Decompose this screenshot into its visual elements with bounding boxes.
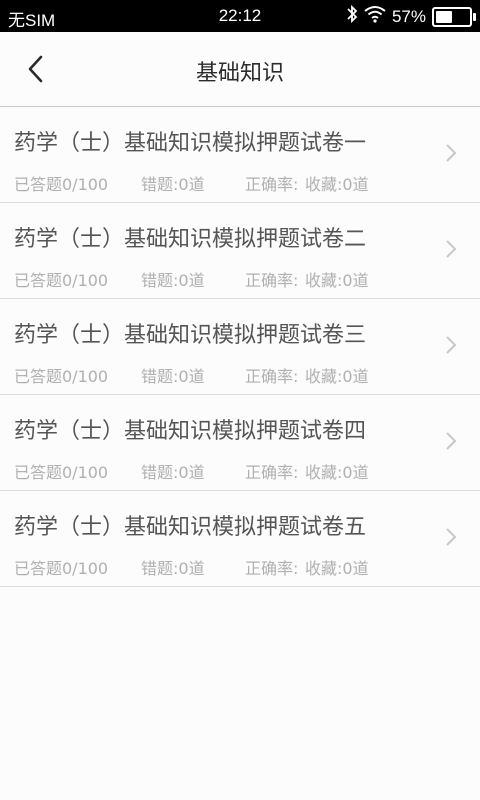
- exam-title: 药学（士）基础知识模拟押题试卷三: [14, 323, 367, 348]
- answered-count: 已答题0/100: [14, 271, 109, 290]
- wrong-count: 错题:0道: [141, 559, 205, 578]
- wrong-count: 错题:0道: [141, 463, 205, 482]
- exam-title: 药学（士）基础知识模拟押题试卷四: [14, 419, 367, 444]
- list-item[interactable]: 药学（士）基础知识模拟押题试卷一 已答题0/100 错题:0道 正确率: 收藏:…: [0, 107, 480, 203]
- wifi-icon: [364, 5, 386, 28]
- wrong-count: 错题:0道: [141, 271, 205, 290]
- exam-title: 药学（士）基础知识模拟押题试卷五: [14, 515, 367, 540]
- answered-count: 已答题0/100: [14, 559, 109, 578]
- list-item[interactable]: 药学（士）基础知识模拟押题试卷四 已答题0/100 错题:0道 正确率: 收藏:…: [0, 395, 480, 491]
- chevron-right-icon: [446, 240, 457, 258]
- wrong-count: 错题:0道: [141, 175, 205, 194]
- accuracy-label: 正确率:: [245, 559, 299, 578]
- favorites-count: 收藏:0道: [305, 175, 369, 194]
- accuracy-label: 正确率:: [245, 367, 299, 386]
- accuracy-label: 正确率:: [245, 271, 299, 290]
- exam-list: 药学（士）基础知识模拟押题试卷一 已答题0/100 错题:0道 正确率: 收藏:…: [0, 107, 480, 587]
- status-icons: 57%: [346, 4, 476, 29]
- navigation-bar: 基础知识: [0, 32, 480, 107]
- battery-fill: [436, 10, 452, 23]
- status-bar: 无SIM 22:12 57%: [0, 0, 480, 32]
- accuracy-label: 正确率:: [245, 175, 299, 194]
- exam-title: 药学（士）基础知识模拟押题试卷二: [14, 227, 367, 252]
- answered-count: 已答题0/100: [14, 175, 109, 194]
- list-item[interactable]: 药学（士）基础知识模拟押题试卷三 已答题0/100 错题:0道 正确率: 收藏:…: [0, 299, 480, 395]
- favorites-count: 收藏:0道: [305, 271, 369, 290]
- wrong-count: 错题:0道: [141, 367, 205, 386]
- battery-icon: [432, 6, 476, 27]
- battery-percent: 57%: [391, 6, 426, 26]
- chevron-right-icon: [446, 144, 457, 162]
- chevron-right-icon: [446, 336, 457, 354]
- favorites-count: 收藏:0道: [305, 463, 369, 482]
- chevron-right-icon: [446, 432, 457, 450]
- favorites-count: 收藏:0道: [305, 367, 369, 386]
- bluetooth-icon: [346, 4, 358, 29]
- answered-count: 已答题0/100: [14, 367, 109, 386]
- favorites-count: 收藏:0道: [305, 559, 369, 578]
- list-item[interactable]: 药学（士）基础知识模拟押题试卷五 已答题0/100 错题:0道 正确率: 收藏:…: [0, 491, 480, 587]
- exam-title: 药学（士）基础知识模拟押题试卷一: [14, 131, 367, 156]
- page-title: 基础知识: [195, 61, 284, 86]
- list-item[interactable]: 药学（士）基础知识模拟押题试卷二 已答题0/100 错题:0道 正确率: 收藏:…: [0, 203, 480, 299]
- accuracy-label: 正确率:: [245, 463, 299, 482]
- chevron-right-icon: [446, 528, 457, 546]
- answered-count: 已答题0/100: [14, 463, 109, 482]
